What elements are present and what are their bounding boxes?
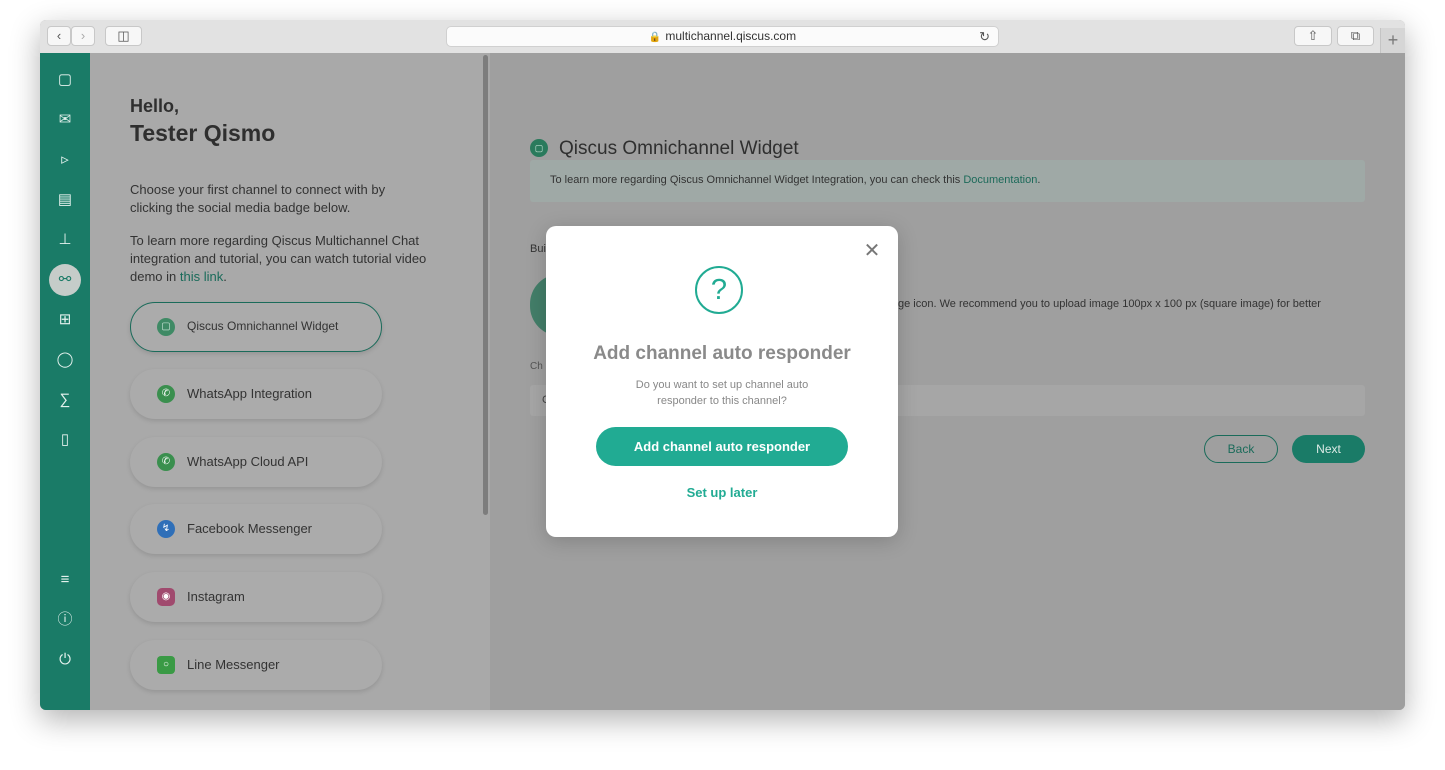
channel-label: WhatsApp Cloud API — [187, 454, 309, 469]
channel-whatsapp-cloud-api[interactable]: ✆ WhatsApp Cloud API — [130, 437, 382, 487]
whatsapp-icon: ✆ — [157, 385, 175, 403]
panel-scrollbar[interactable] — [483, 55, 488, 515]
share-icon[interactable]: ⇧ — [1294, 26, 1332, 46]
tutorial-text: To learn more regarding Qiscus Multichan… — [130, 232, 450, 286]
address-bar[interactable]: 🔒 multichannel.qiscus.com ↻ — [446, 26, 999, 47]
greeting-hello: Hello, — [130, 96, 180, 116]
widget-title: Qiscus Omnichannel Widget — [559, 138, 799, 159]
contact-card-icon[interactable]: ▤ — [52, 187, 78, 213]
lock-icon: 🔒 — [648, 32, 662, 43]
channel-label: Line Messenger — [187, 657, 280, 672]
app-sidebar: ▢ ✉ ▹ ▤ ⊥ ⚯ ⊞ ◯ ∑ ▯ ≡ ⓘ ⏻ — [40, 53, 90, 710]
add-auto-responder-button[interactable]: Add channel auto responder — [596, 427, 848, 466]
channel-label: WhatsApp Integration — [187, 386, 313, 401]
analytics-icon[interactable]: ⊥ — [52, 227, 78, 253]
channel-qiscus-widget[interactable]: ▢ Qiscus Omnichannel Widget — [130, 302, 382, 352]
intro-text: Choose your first channel to connect wit… — [130, 182, 386, 215]
channel-label: Qiscus Omnichannel Widget — [187, 319, 339, 333]
line-icon: ○ — [157, 656, 175, 674]
field-label: Ch — [530, 361, 543, 372]
forward-nav-icon[interactable]: › — [71, 26, 95, 46]
tutorial-link[interactable]: this link — [180, 269, 223, 284]
info-suffix: . — [1037, 174, 1041, 186]
modal-description: Do you want to set up channel auto respo… — [635, 379, 809, 407]
power-icon[interactable]: ⏻ — [52, 647, 78, 673]
url-text: multichannel.qiscus.com — [665, 29, 797, 43]
tabs-overview-icon[interactable]: ⧉ — [1337, 26, 1374, 46]
set-up-later-link[interactable]: Set up later — [546, 485, 898, 500]
ticket-icon[interactable]: ∑ — [52, 387, 78, 413]
channel-whatsapp-integration[interactable]: ✆ WhatsApp Integration — [130, 369, 382, 419]
whatsapp-icon: ✆ — [157, 453, 175, 471]
channel-label: Instagram — [187, 589, 245, 604]
mail-icon[interactable]: ✉ — [52, 107, 78, 133]
browser-titlebar: ‹ › ◫ 🔒 multichannel.qiscus.com ↻ ⇧ ⧉ + — [40, 20, 1405, 54]
user-name: Tester Qismo — [130, 120, 276, 146]
chat-icon[interactable]: ▢ — [52, 67, 78, 93]
qiscus-icon: ▢ — [157, 318, 175, 336]
help-icon[interactable]: ⓘ — [52, 607, 78, 633]
channel-instagram[interactable]: ◉ Instagram — [130, 572, 382, 622]
back-nav-icon[interactable]: ‹ — [47, 26, 71, 46]
close-icon[interactable]: ✕ — [863, 241, 881, 261]
upload-hint-text: ge icon. We recommend you to upload imag… — [898, 298, 1321, 310]
qiscus-icon: ▢ — [530, 139, 548, 157]
tutorial-suffix: . — [223, 269, 227, 284]
modal-title: Add channel auto responder — [593, 343, 851, 364]
reload-icon[interactable]: ↻ — [979, 27, 990, 46]
tutorial-prefix: To learn more regarding Qiscus Multichan… — [130, 233, 427, 284]
info-prefix: To learn more regarding Qiscus Omnichann… — [550, 174, 964, 186]
settings-sliders-icon[interactable]: ≡ — [52, 567, 78, 593]
next-button[interactable]: Next — [1292, 435, 1365, 463]
auto-responder-modal: ✕ ? Add channel auto responder Do you wa… — [546, 226, 898, 537]
agent-icon[interactable]: ◯ — [52, 347, 78, 373]
messenger-icon: ↯ — [157, 520, 175, 538]
back-button[interactable]: Back — [1204, 435, 1278, 463]
integration-icon[interactable]: ⚯ — [49, 264, 81, 296]
megaphone-icon[interactable]: ▹ — [52, 147, 78, 173]
question-icon: ? — [695, 266, 743, 314]
new-tab-icon[interactable]: + — [1380, 28, 1405, 53]
channel-label: Facebook Messenger — [187, 521, 313, 536]
channel-facebook-messenger[interactable]: ↯ Facebook Messenger — [130, 504, 382, 554]
channel-line-messenger[interactable]: ○ Line Messenger — [130, 640, 382, 690]
mobile-icon[interactable]: ▯ — [52, 427, 78, 453]
sidebar-toggle-icon[interactable]: ◫ — [105, 26, 142, 46]
documentation-info-box: To learn more regarding Qiscus Omnichann… — [530, 160, 1365, 202]
apps-icon[interactable]: ⊞ — [52, 307, 78, 333]
documentation-link[interactable]: Documentation — [963, 174, 1037, 186]
instagram-icon: ◉ — [157, 588, 175, 606]
